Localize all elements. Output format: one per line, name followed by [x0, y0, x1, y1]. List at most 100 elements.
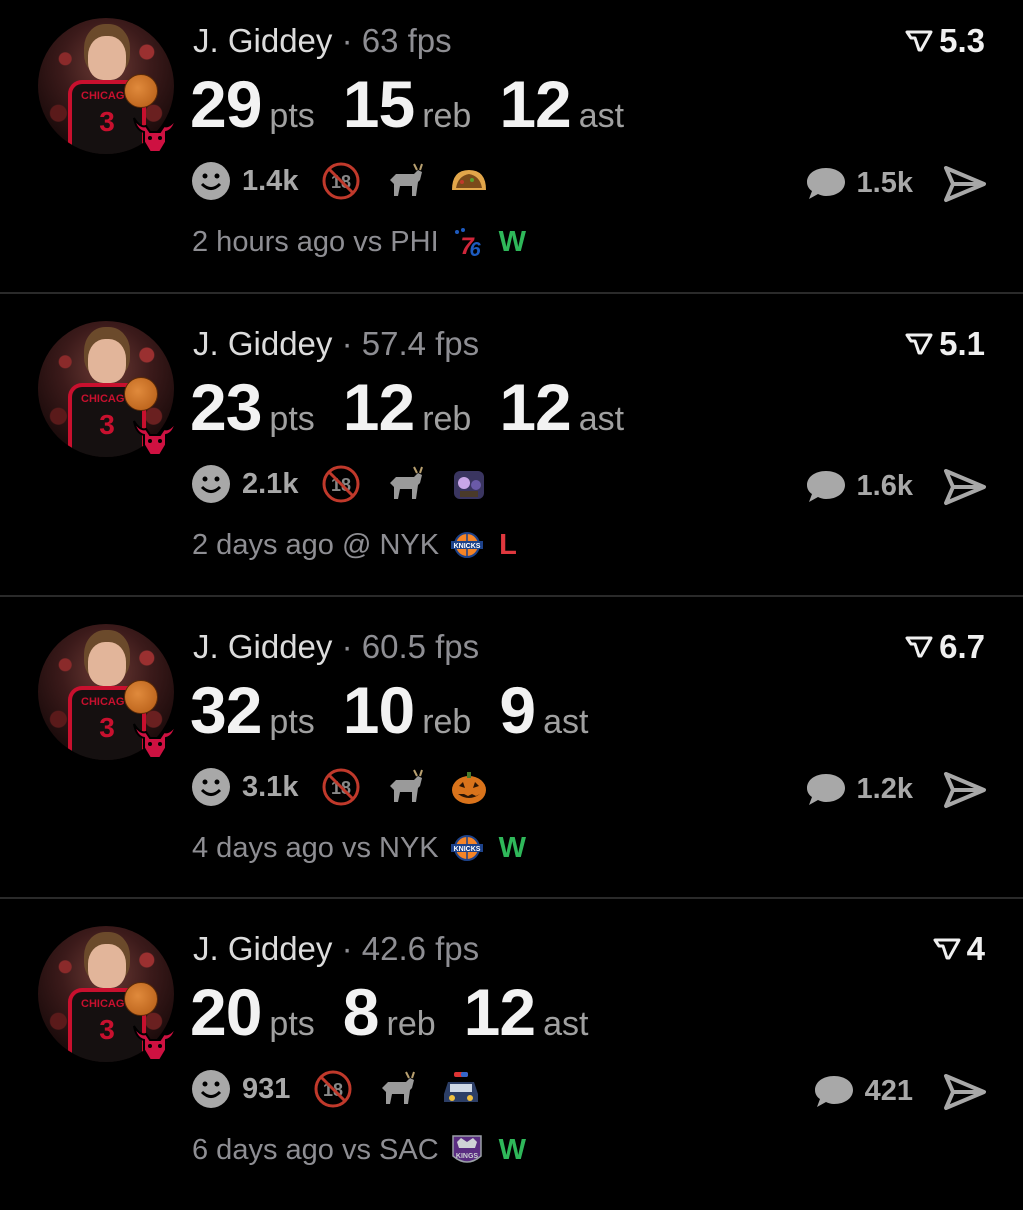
- reaction-bar: 1.4k 18: [190, 160, 490, 202]
- assists-label: ast: [543, 1005, 589, 1043]
- bulls-logo-icon: [133, 723, 177, 759]
- stat-line: 20 pts 8 reb 12 ast: [190, 974, 616, 1050]
- comments-button[interactable]: 1.5k: [805, 162, 913, 204]
- knicks-logo-icon: KNICKS: [450, 835, 483, 861]
- post-header: J. Giddey · 63 fps: [193, 22, 452, 60]
- points-value: 32: [190, 673, 262, 747]
- matchup: vs PHI: [353, 225, 439, 258]
- comment-icon: [806, 471, 845, 502]
- rebounds-label: reb: [386, 1005, 436, 1043]
- share-icon[interactable]: [943, 467, 987, 507]
- post-card[interactable]: CHICAGO 3 J. Giddey · 63 fps 5.3 29 pts 15…: [0, 0, 1023, 302]
- knicks-logo-icon: KNICKS: [451, 532, 484, 558]
- fps-score: · 60.5 fps: [341, 628, 480, 665]
- goat-icon[interactable]: [376, 1068, 418, 1110]
- rating-value: 6.7: [939, 628, 985, 665]
- reaction-bar: 3.1k 18: [190, 766, 490, 808]
- game-info: 2 days ago @ NYK KNICKS L: [192, 527, 517, 563]
- comments-button[interactable]: 1.6k: [805, 465, 913, 507]
- reaction-count: 931: [242, 1072, 291, 1105]
- game-info: 2 hours ago vs PHI 76 W: [192, 224, 527, 261]
- game-info: 6 days ago vs SAC KINGS W: [192, 1132, 526, 1168]
- goat-icon[interactable]: [384, 463, 426, 505]
- bulls-logo-icon: [133, 1025, 177, 1061]
- jack-o-lantern-icon[interactable]: [448, 766, 490, 808]
- svg-text:KNICKS: KNICKS: [454, 543, 481, 550]
- points-value: 20: [190, 975, 262, 1049]
- rebounds-value: 15: [342, 67, 415, 141]
- svg-text:KNICKS: KNICKS: [453, 846, 480, 853]
- rating-icon: [905, 30, 933, 52]
- goat-icon[interactable]: [384, 160, 426, 202]
- game-result: W: [498, 1133, 527, 1166]
- smiley-reaction-button[interactable]: 931: [190, 1068, 290, 1110]
- post-card[interactable]: CHICAGO 3 J. Giddey · 57.4 fps 5.1 23 pts …: [0, 303, 1023, 605]
- no-under-18-icon[interactable]: 18: [320, 766, 362, 808]
- assists-label: ast: [578, 97, 625, 135]
- reaction-bar: 2.1k 18: [190, 463, 490, 505]
- taco-icon[interactable]: [448, 160, 490, 202]
- rating-icon: [933, 938, 961, 960]
- fps-score: · 63 fps: [341, 22, 452, 59]
- svg-text:KINGS: KINGS: [456, 1153, 479, 1160]
- rating-value: 5.1: [939, 325, 985, 362]
- post-card[interactable]: CHICAGO 3 J. Giddey · 60.5 fps 6.7 32 pts …: [0, 606, 1023, 908]
- smiley-reaction-button[interactable]: 3.1k: [190, 766, 298, 808]
- time-ago: 6 days ago: [192, 1133, 334, 1166]
- time-ago: 2 hours ago: [192, 225, 346, 258]
- comments-button[interactable]: 421: [813, 1070, 913, 1112]
- smiley-reaction-button[interactable]: 2.1k: [190, 463, 298, 505]
- rating-value: 5.3: [939, 22, 985, 59]
- rating-badge: 6.7: [905, 628, 985, 666]
- reaction-count: 2.1k: [242, 467, 299, 500]
- rebounds-label: reb: [422, 703, 472, 741]
- player-name[interactable]: J. Giddey: [193, 930, 332, 967]
- post-card[interactable]: CHICAGO 3 J. Giddey · 42.6 fps 4 20 pts 8r…: [0, 908, 1023, 1210]
- rating-icon: [905, 333, 933, 355]
- no-under-18-icon[interactable]: 18: [320, 463, 362, 505]
- comment-icon: [814, 1076, 853, 1107]
- share-icon[interactable]: [943, 1072, 987, 1112]
- player-name[interactable]: J. Giddey: [193, 22, 332, 59]
- points-label: pts: [269, 97, 315, 135]
- rating-value: 4: [966, 930, 985, 967]
- assists-label: ast: [578, 400, 625, 438]
- player-name[interactable]: J. Giddey: [193, 325, 332, 362]
- game-result: W: [498, 831, 527, 864]
- comment-count: 1.6k: [856, 469, 913, 502]
- toy-story-icon[interactable]: [448, 463, 490, 505]
- goat-icon[interactable]: [384, 766, 426, 808]
- post-header: J. Giddey · 60.5 fps: [193, 628, 479, 666]
- no-under-18-icon[interactable]: 18: [312, 1068, 354, 1110]
- share-icon[interactable]: [943, 770, 987, 810]
- smiley-reaction-button[interactable]: 1.4k: [190, 160, 298, 202]
- share-icon[interactable]: [943, 164, 987, 204]
- assists-value: 9: [499, 673, 536, 747]
- smiley-icon: [192, 465, 230, 503]
- rating-badge: 5.3: [905, 22, 985, 60]
- comments-button[interactable]: 1.2k: [805, 768, 913, 810]
- comment-icon: [806, 774, 845, 805]
- svg-text:6: 6: [469, 239, 481, 260]
- smiley-icon: [192, 162, 230, 200]
- reaction-bar: 931 18: [190, 1068, 482, 1110]
- rebounds-value: 10: [342, 673, 415, 747]
- police-car-icon[interactable]: [440, 1068, 482, 1110]
- no-under-18-icon[interactable]: 18: [320, 160, 362, 202]
- time-ago: 4 days ago: [192, 831, 334, 864]
- bulls-logo-icon: [133, 420, 177, 456]
- points-label: pts: [269, 1005, 315, 1043]
- game-result: W: [498, 225, 527, 258]
- post-header: J. Giddey · 57.4 fps: [193, 325, 479, 363]
- assists-value: 12: [499, 67, 571, 141]
- rebounds-label: reb: [422, 400, 472, 438]
- player-name[interactable]: J. Giddey: [193, 628, 332, 665]
- comment-icon: [806, 168, 845, 199]
- matchup: vs SAC: [341, 1133, 439, 1166]
- rating-icon: [905, 636, 933, 658]
- assists-value: 12: [499, 370, 571, 444]
- points-label: pts: [269, 400, 315, 438]
- points-label: pts: [269, 703, 315, 741]
- rebounds-value: 8: [342, 975, 380, 1049]
- stat-line: 32 pts 10 reb 9 ast: [190, 672, 616, 748]
